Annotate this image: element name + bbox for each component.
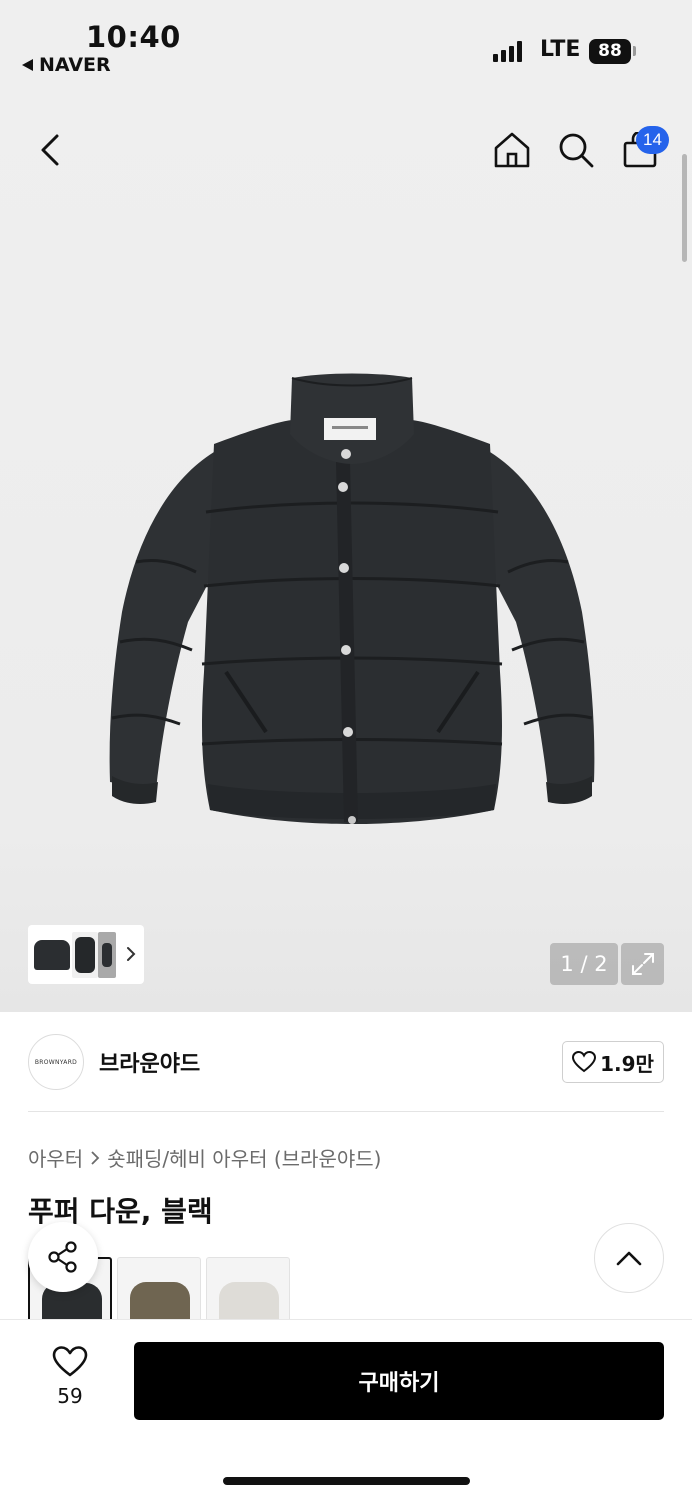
breadcrumb-level2[interactable]: 숏패딩/헤비 아우터 (브라운야드) <box>107 1143 381 1172</box>
expand-button[interactable] <box>621 943 664 985</box>
thumbnail-side[interactable] <box>72 931 98 978</box>
variant-swatch <box>130 1282 190 1319</box>
network-type: LTE <box>540 37 581 62</box>
breadcrumb: 아우터 숏패딩/헤비 아우터 (브라운야드) <box>28 1143 381 1172</box>
brand-logo-text: BROWNYARD <box>34 1058 78 1066</box>
product-image <box>109 373 595 824</box>
thumbnail-front[interactable] <box>32 931 72 978</box>
battery-tip <box>633 46 636 56</box>
buy-button[interactable]: 구매하기 <box>134 1342 664 1420</box>
search-button[interactable] <box>554 128 598 172</box>
brand-name[interactable]: 브라운야드 <box>99 1046 200 1078</box>
page-counter: 1 / 2 <box>550 943 618 985</box>
back-to-app[interactable]: NAVER <box>22 54 111 76</box>
scrollbar[interactable] <box>682 154 687 262</box>
back-button[interactable] <box>30 130 70 170</box>
brand-like-count: 1.9만 <box>600 1051 654 1076</box>
home-button[interactable] <box>490 128 534 172</box>
bottom-action-bar: 59 구매하기 <box>0 1319 692 1500</box>
status-time: 10:40 <box>86 20 181 54</box>
cart-count-badge: 14 <box>636 126 669 154</box>
chevron-left-icon <box>41 134 59 166</box>
variant-ivory[interactable] <box>206 1257 290 1319</box>
heart-icon <box>52 1346 88 1377</box>
product-gallery[interactable]: 14 1 / 2 <box>0 90 692 1012</box>
chevron-right-icon <box>91 1150 100 1165</box>
breadcrumb-level1[interactable]: 아우터 <box>28 1143 83 1172</box>
thumbnail-strip[interactable] <box>28 925 144 984</box>
search-icon <box>559 133 594 168</box>
heart-icon <box>572 1051 597 1073</box>
chevron-right-icon[interactable] <box>124 943 138 965</box>
home-indicator[interactable] <box>223 1477 470 1485</box>
expand-icon <box>631 953 654 975</box>
variant-swatch <box>219 1282 279 1319</box>
thumbnail-back[interactable] <box>98 931 116 978</box>
share-icon <box>48 1241 77 1273</box>
divider <box>28 1111 664 1112</box>
back-app-label: NAVER <box>39 54 111 76</box>
variant-khaki[interactable] <box>117 1257 201 1319</box>
status-bar: 10:40 NAVER LTE 88 <box>0 0 692 90</box>
battery-icon: 88 <box>589 39 631 64</box>
chevron-up-icon <box>616 1251 642 1266</box>
share-button[interactable] <box>28 1222 98 1292</box>
home-icon <box>494 132 530 168</box>
wishlist-count: 59 <box>57 1384 83 1408</box>
signal-icon <box>493 40 522 62</box>
brand-like-button[interactable]: 1.9만 <box>562 1041 664 1083</box>
brand-logo[interactable]: BROWNYARD <box>28 1034 84 1090</box>
wishlist-button[interactable]: 59 <box>40 1346 100 1408</box>
scroll-top-button[interactable] <box>594 1223 664 1293</box>
back-triangle-icon <box>22 59 33 71</box>
